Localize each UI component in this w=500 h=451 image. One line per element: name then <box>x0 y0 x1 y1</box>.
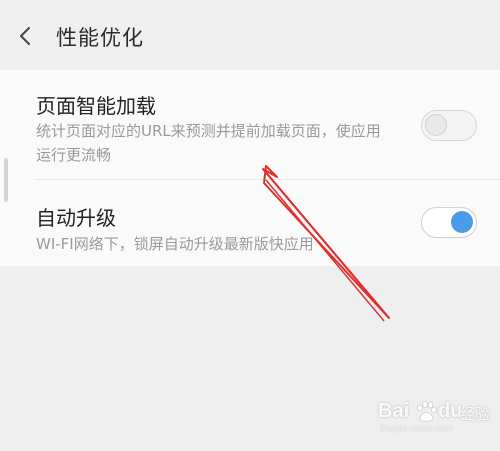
paw-icon <box>417 401 437 422</box>
settings-card: 页面智能加载 统计页面对应的URL来预测并提前加载页面，使应用运行更流畅 自动升… <box>0 70 500 266</box>
toggle-knob <box>425 114 447 136</box>
setting-description: WI-FI网络下，锁屏自动升级最新版快应用 <box>36 235 314 253</box>
header-bar: 性能优化 <box>0 0 500 70</box>
watermark-brand: du <box>438 400 463 422</box>
watermark-suffix: 经验 <box>460 405 491 423</box>
baidu-jingyan-watermark: Bai du 经验 jingyan.baidu.com <box>378 398 496 436</box>
auto-upgrade-toggle[interactable] <box>421 207 477 238</box>
setting-description: 统计页面对应的URL来预测并提前加载页面，使应用运行更流畅 <box>36 122 381 164</box>
toggle-knob <box>451 211 473 233</box>
scroll-indicator <box>4 158 8 202</box>
smart-page-loading-toggle[interactable] <box>421 110 477 141</box>
setting-row-smart-page-loading[interactable]: 页面智能加载 统计页面对应的URL来预测并提前加载页面，使应用运行更流畅 <box>0 70 500 179</box>
setting-title: 自动升级 <box>36 206 116 230</box>
watermark-brand: Bai <box>378 400 410 422</box>
setting-row-auto-upgrade[interactable]: 自动升级 WI-FI网络下，锁屏自动升级最新版快应用 <box>0 180 500 266</box>
page-title: 性能优化 <box>56 26 144 50</box>
setting-title: 页面智能加载 <box>36 94 156 118</box>
watermark-url: jingyan.baidu.com <box>380 423 453 433</box>
chevron-left-icon <box>20 27 30 45</box>
back-button[interactable] <box>10 20 42 52</box>
